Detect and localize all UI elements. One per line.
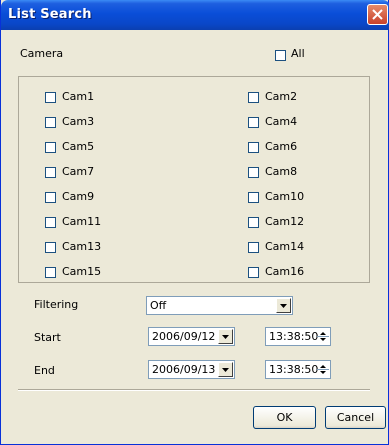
spinner-arrows-icon[interactable] <box>317 362 329 377</box>
cam6-label: Cam6 <box>265 140 298 153</box>
start-time-value: 13:38:50 <box>269 330 319 343</box>
cam10-label: Cam10 <box>265 190 305 203</box>
cam14-label: Cam14 <box>265 240 305 253</box>
list-search-dialog: List Search Camera All Cam1 Cam2 Cam3 Ca… <box>0 0 389 445</box>
camera-label: Camera <box>20 47 64 60</box>
close-button[interactable] <box>367 4 388 25</box>
cam2-label: Cam2 <box>265 90 298 103</box>
filtering-label: Filtering <box>34 298 79 311</box>
chevron-down-icon[interactable] <box>276 298 291 313</box>
start-time-spinner[interactable]: 13:38:50 <box>265 327 331 346</box>
cam13-label: Cam13 <box>62 240 102 253</box>
start-label: Start <box>34 331 61 344</box>
all-label: All <box>291 47 305 60</box>
ok-button[interactable]: OK <box>253 406 316 429</box>
cam1-label: Cam1 <box>62 90 95 103</box>
cam1-checkbox[interactable] <box>45 92 56 103</box>
cam12-checkbox[interactable] <box>248 217 259 228</box>
cam16-label: Cam16 <box>265 265 305 278</box>
cam8-checkbox[interactable] <box>248 167 259 178</box>
window-title: List Search <box>8 7 92 22</box>
cam8-label: Cam8 <box>265 165 298 178</box>
start-date-picker[interactable]: 2006/09/12 <box>148 327 235 346</box>
cam16-checkbox[interactable] <box>248 267 259 278</box>
start-date-value: 2006/09/12 <box>152 330 216 343</box>
title-bar[interactable]: List Search <box>1 0 389 30</box>
end-time-value: 13:38:50 <box>269 363 319 376</box>
filtering-select[interactable]: Off <box>146 296 293 315</box>
all-checkbox[interactable] <box>275 50 286 61</box>
cam15-checkbox[interactable] <box>45 267 56 278</box>
cam9-checkbox[interactable] <box>45 192 56 203</box>
separator <box>18 389 370 391</box>
cam10-checkbox[interactable] <box>248 192 259 203</box>
cam7-checkbox[interactable] <box>45 167 56 178</box>
chevron-down-icon[interactable] <box>218 329 233 344</box>
chevron-down-icon[interactable] <box>218 362 233 377</box>
cam5-checkbox[interactable] <box>45 142 56 153</box>
cam9-label: Cam9 <box>62 190 95 203</box>
cam4-label: Cam4 <box>265 115 298 128</box>
cam15-label: Cam15 <box>62 265 102 278</box>
cam5-label: Cam5 <box>62 140 95 153</box>
cam13-checkbox[interactable] <box>45 242 56 253</box>
cam4-checkbox[interactable] <box>248 117 259 128</box>
cam11-checkbox[interactable] <box>45 217 56 228</box>
end-time-spinner[interactable]: 13:38:50 <box>265 360 331 379</box>
cam7-label: Cam7 <box>62 165 95 178</box>
cam12-label: Cam12 <box>265 215 305 228</box>
cam11-label: Cam11 <box>62 215 102 228</box>
end-date-value: 2006/09/13 <box>152 363 216 376</box>
end-label: End <box>34 364 55 377</box>
cam3-label: Cam3 <box>62 115 95 128</box>
close-icon <box>372 9 383 20</box>
cam2-checkbox[interactable] <box>248 92 259 103</box>
cam3-checkbox[interactable] <box>45 117 56 128</box>
spinner-arrows-icon[interactable] <box>317 329 329 344</box>
cancel-button[interactable]: Cancel <box>325 406 386 429</box>
cam14-checkbox[interactable] <box>248 242 259 253</box>
cam6-checkbox[interactable] <box>248 142 259 153</box>
end-date-picker[interactable]: 2006/09/13 <box>148 360 235 379</box>
filtering-value: Off <box>150 299 167 312</box>
